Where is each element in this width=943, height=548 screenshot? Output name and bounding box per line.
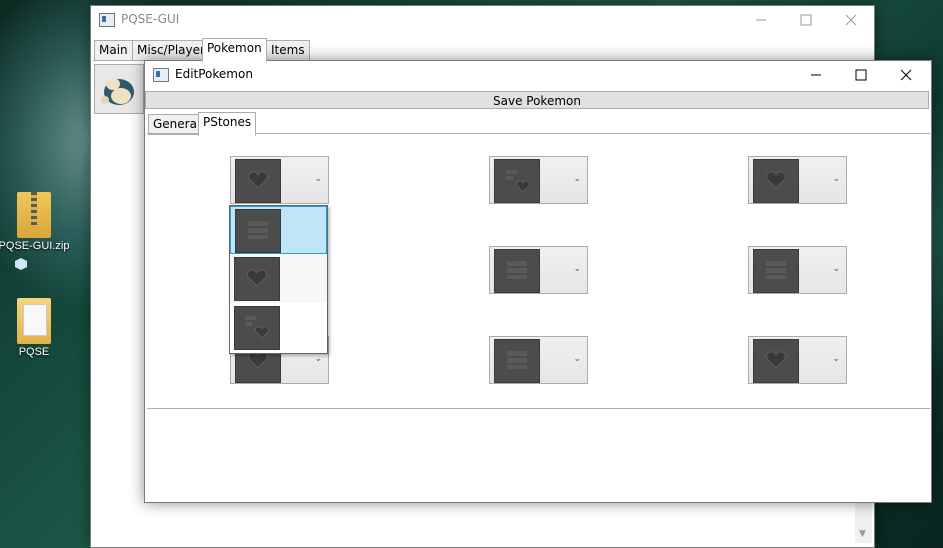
minimize-icon	[756, 19, 766, 21]
desktop-icon-label: PQSE-GUI.zip	[0, 240, 70, 252]
attack-stone-icon	[494, 339, 540, 383]
heart-stone-icon	[234, 257, 280, 301]
close-icon	[900, 69, 912, 81]
chevron-down-icon: ⌄	[573, 354, 581, 364]
close-button[interactable]	[828, 6, 874, 34]
dropdown-option-attack[interactable]	[230, 206, 327, 254]
scroll-down-icon[interactable]: ▼	[859, 529, 866, 539]
tab-pstones[interactable]: PStones	[198, 112, 257, 136]
desktop-icon-pqse[interactable]: PQSE	[0, 298, 72, 358]
pokemon-sprite-button[interactable]	[94, 64, 144, 114]
tab-pokemon[interactable]: Pokemon	[202, 38, 267, 62]
app-icon	[153, 68, 169, 82]
stone-combobox-6[interactable]: ⌄	[748, 246, 847, 294]
maximize-icon	[800, 14, 812, 26]
tab-items[interactable]: Items	[266, 40, 310, 61]
app-icon	[99, 13, 115, 27]
chevron-down-icon: ⌄	[573, 264, 581, 274]
maximize-icon	[855, 69, 867, 81]
chevron-down-icon: ⌄	[573, 174, 581, 184]
stone-combobox-2[interactable]: ⌄	[489, 156, 588, 204]
stone-combobox-9[interactable]: ⌄	[748, 336, 847, 384]
tab-general[interactable]: General	[148, 114, 206, 135]
attack-stone-icon	[235, 209, 281, 253]
attack-stone-icon	[494, 249, 540, 293]
minimize-icon	[811, 74, 821, 76]
close-button[interactable]	[883, 61, 929, 89]
heart-stone-icon	[753, 339, 799, 383]
edit-titlebar[interactable]: EditPokemon	[145, 61, 931, 89]
maximize-button[interactable]	[783, 6, 829, 34]
window-title: EditPokemon	[175, 67, 253, 81]
swap-heart-stone-icon	[494, 159, 540, 203]
heart-stone-icon	[753, 159, 799, 203]
chevron-down-icon: ⌄	[832, 174, 840, 184]
stone-combobox-3[interactable]: ⌄	[748, 156, 847, 204]
chevron-down-icon: ⌄	[314, 174, 322, 184]
chevron-down-icon: ⌄	[832, 264, 840, 274]
tab-misc-player[interactable]: Misc/Player	[132, 40, 210, 61]
tab-main[interactable]: Main	[94, 40, 133, 61]
attack-stone-icon	[753, 249, 799, 293]
stone-dropdown-list	[229, 205, 328, 354]
heart-stone-icon	[235, 159, 281, 203]
main-titlebar[interactable]: PQSE-GUI	[91, 6, 874, 34]
swap-heart-stone-icon	[234, 306, 280, 350]
stone-combobox-5[interactable]: ⌄	[489, 246, 588, 294]
stone-combobox-1[interactable]: ⌄	[230, 156, 329, 204]
maximize-button[interactable]	[838, 61, 884, 89]
folder-icon	[17, 298, 51, 344]
save-pokemon-button[interactable]: Save Pokemon	[145, 91, 929, 109]
dropdown-option-swap-heart[interactable]	[230, 304, 327, 352]
chevron-down-icon: ⌄	[832, 354, 840, 364]
desktop-icon-pqse-gui-zip[interactable]: PQSE-GUI.zip	[0, 192, 72, 252]
chevron-down-icon: ⌄	[314, 354, 322, 364]
close-icon	[845, 14, 857, 26]
minimize-button[interactable]	[738, 6, 784, 34]
minimize-button[interactable]	[793, 61, 839, 89]
desktop-icon-label: PQSE	[18, 346, 50, 358]
window-title: PQSE-GUI	[121, 12, 180, 26]
zip-folder-icon	[17, 192, 51, 238]
snorlax-sprite-icon	[101, 78, 134, 105]
dropdown-option-heart[interactable]	[230, 255, 327, 303]
stone-combobox-8[interactable]: ⌄	[489, 336, 588, 384]
